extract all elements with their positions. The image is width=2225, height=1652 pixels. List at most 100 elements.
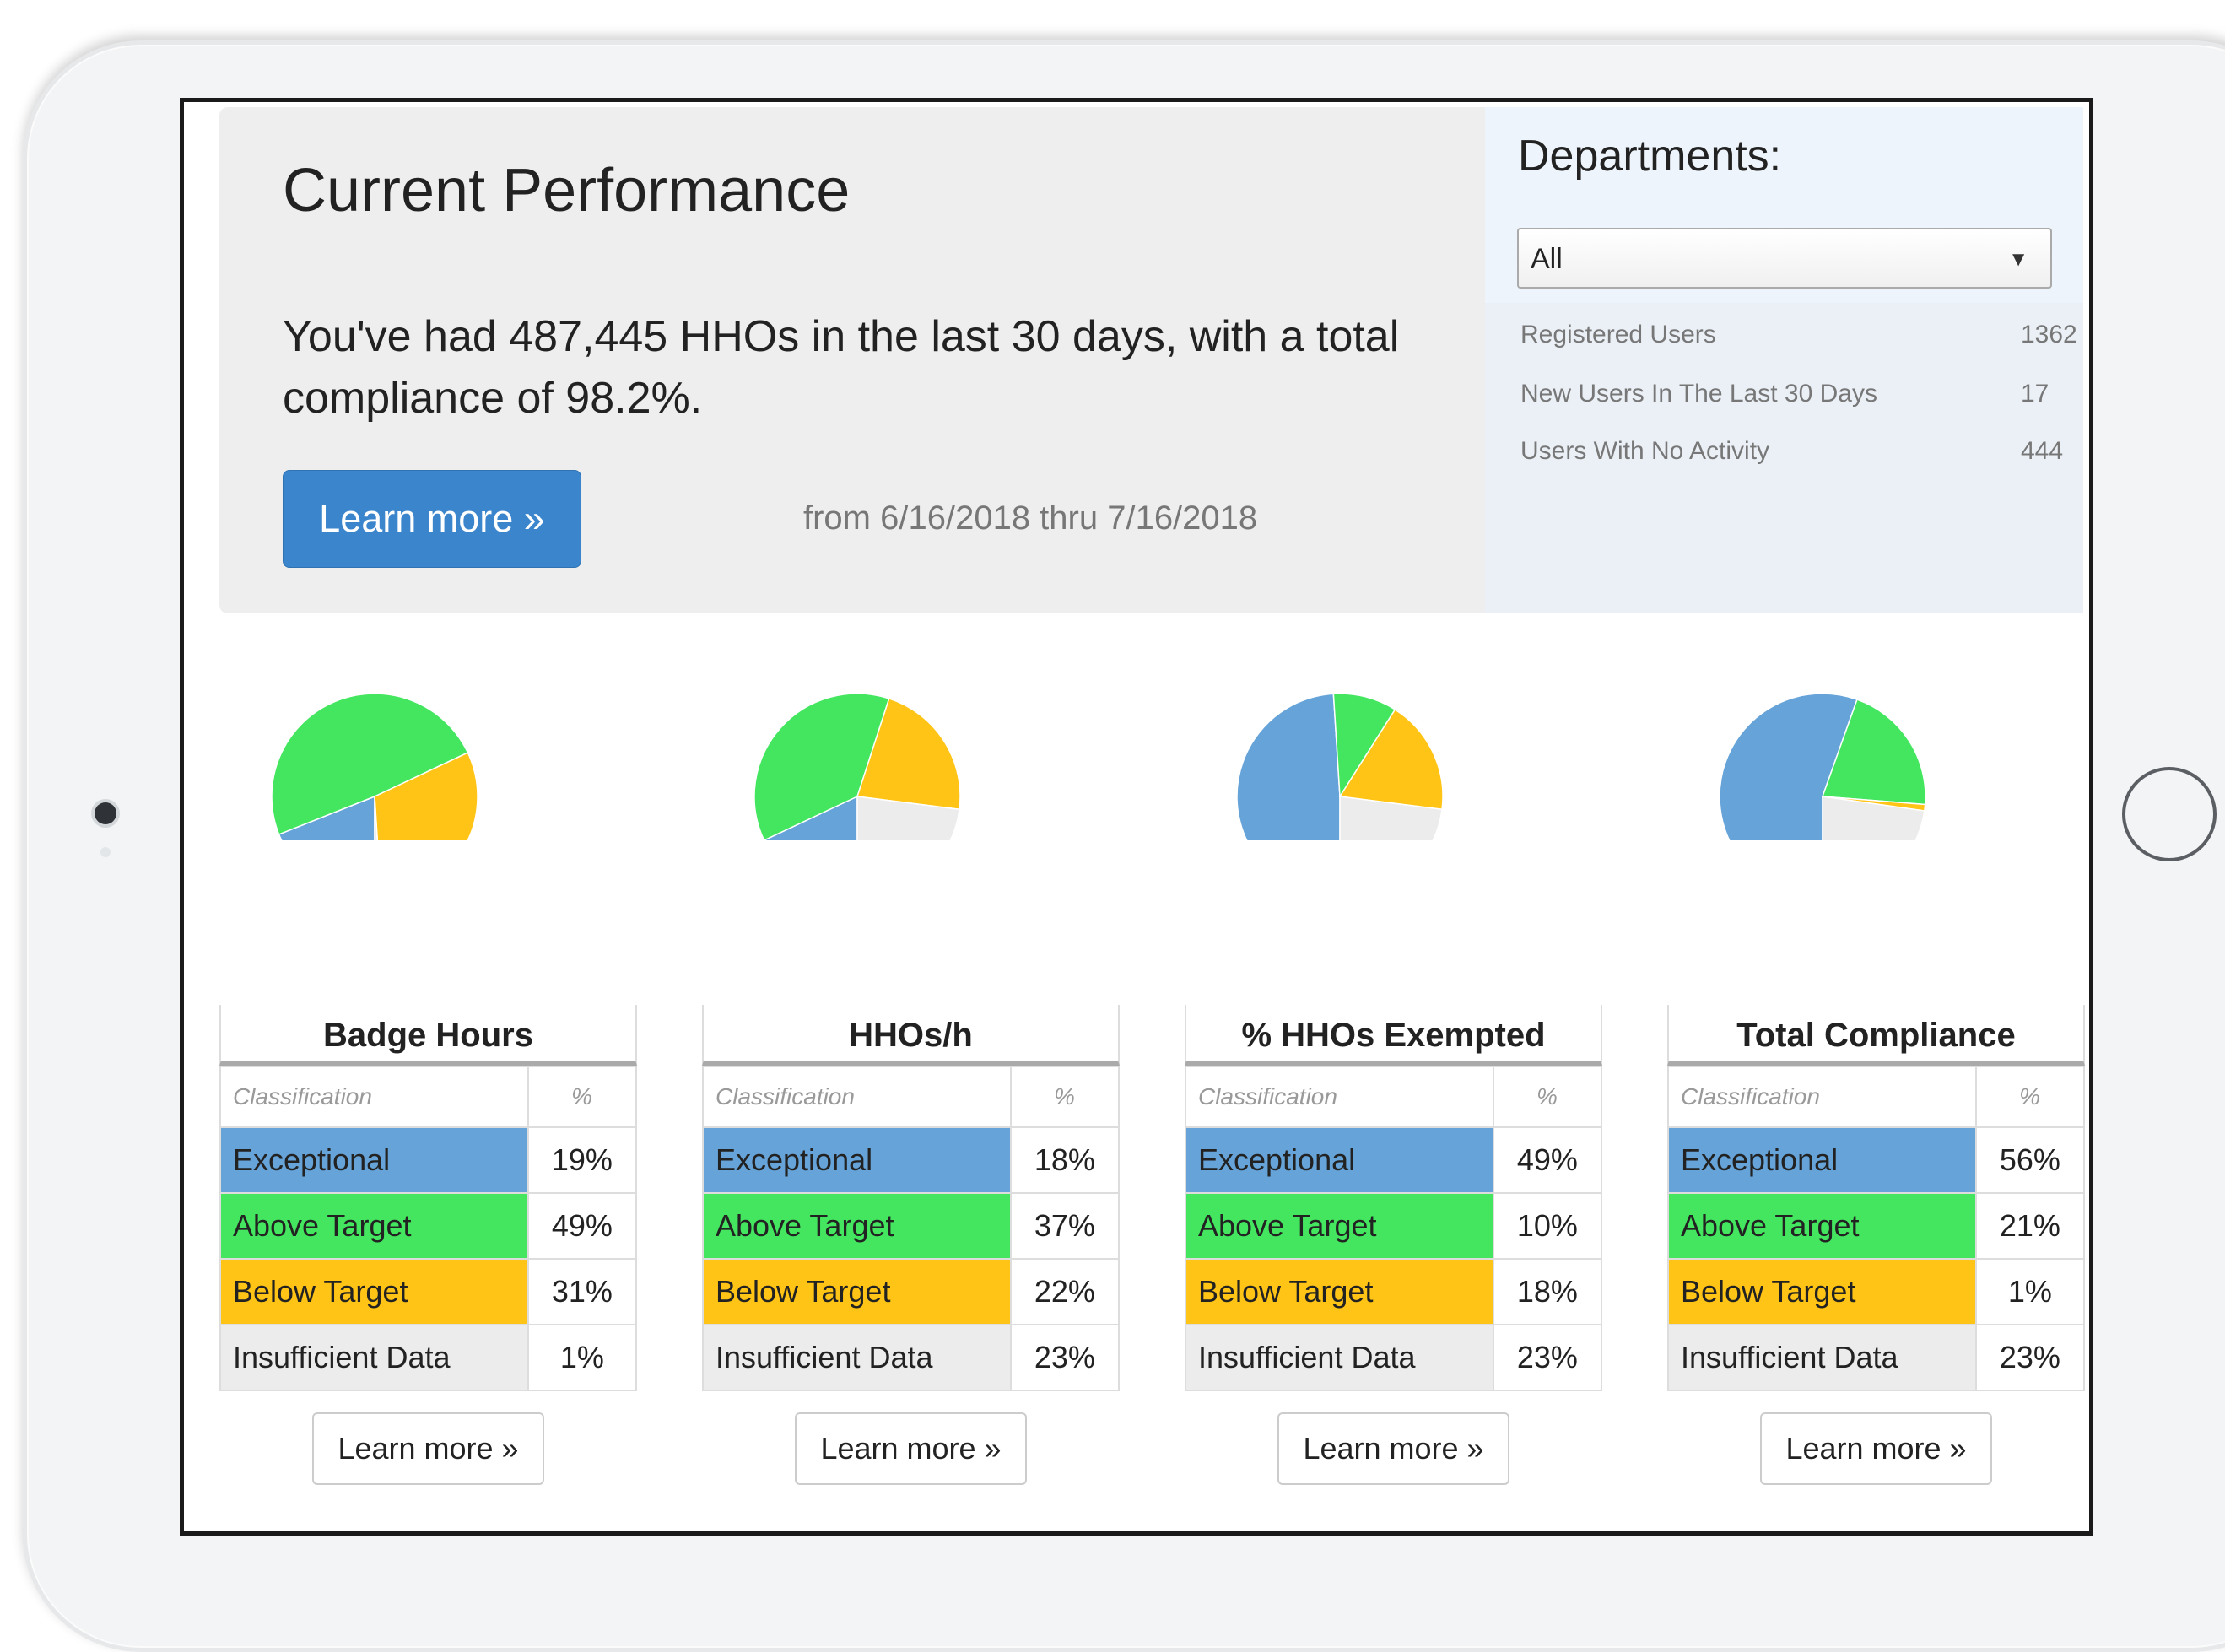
table-row: Insufficient Data 1% — [219, 1324, 638, 1391]
stat-value: 17 — [2021, 380, 2049, 408]
stat-new-users: New Users In The Last 30 Days 17 — [1520, 380, 2060, 408]
column-header-percent: % — [527, 1066, 638, 1128]
departments-panel: Departments: All ▼ Registered Users 1362… — [1485, 107, 2083, 613]
slice-insufficient-data — [1339, 796, 1443, 840]
departments-select-value: All — [1531, 243, 1563, 275]
caret-down-icon: ▼ — [2008, 248, 2028, 271]
table-row: Above Target 37% — [702, 1192, 1121, 1260]
column-header-classification: Classification — [1185, 1066, 1494, 1128]
stat-no-activity: Users With No Activity 444 — [1520, 437, 2064, 466]
row-pct: 19% — [527, 1126, 638, 1194]
learn-more-badge-hours-button[interactable]: Learn more » — [312, 1412, 544, 1485]
learn-more-hhos-per-hour-button[interactable]: Learn more » — [795, 1412, 1027, 1485]
card-badge-hours: Badge Hours Classification% Exceptional 1… — [219, 1005, 638, 1391]
table-row: Exceptional 49% — [1185, 1126, 1603, 1194]
date-range: from 6/16/2018 thru 7/16/2018 — [803, 499, 1258, 537]
column-header-classification: Classification — [702, 1066, 1012, 1128]
row-pct: 22% — [1009, 1258, 1121, 1325]
column-header-percent: % — [1009, 1066, 1121, 1128]
stat-label: Users With No Activity — [1520, 437, 1770, 465]
row-label: Below Target — [1667, 1258, 1977, 1325]
row-label: Above Target — [1667, 1192, 1977, 1260]
sensor-dot — [100, 847, 111, 857]
performance-banner: Current Performance You've had 487,445 H… — [219, 107, 2083, 613]
table-row: Above Target 21% — [1667, 1192, 2086, 1260]
page-title: Current Performance — [283, 157, 851, 224]
row-label: Exceptional — [1667, 1126, 1977, 1194]
column-header-percent: % — [1492, 1066, 1603, 1128]
pie-charts — [184, 693, 2089, 963]
row-label: Insufficient Data — [1667, 1324, 1977, 1391]
departments-select[interactable]: All ▼ — [1517, 228, 2052, 289]
pie-chart-hhos-exempted — [1236, 693, 1444, 840]
table-row: Insufficient Data 23% — [702, 1324, 1121, 1391]
column-header-classification: Classification — [219, 1066, 529, 1128]
table-row: Below Target 18% — [1185, 1258, 1603, 1325]
classification-table: Classification% Exceptional 56% Above Tar… — [1667, 1066, 2086, 1391]
row-label: Exceptional — [219, 1126, 529, 1194]
row-label: Above Target — [702, 1192, 1012, 1260]
table-row: Below Target 1% — [1667, 1258, 2086, 1325]
row-pct: 23% — [1009, 1324, 1121, 1391]
row-label: Below Target — [1185, 1258, 1494, 1325]
row-pct: 18% — [1009, 1126, 1121, 1194]
learn-more-hhos-exempted-button[interactable]: Learn more » — [1277, 1412, 1509, 1485]
departments-header: Departments: All ▼ — [1485, 107, 2083, 303]
row-label: Insufficient Data — [1185, 1324, 1494, 1391]
stat-registered-users: Registered Users 1362 — [1520, 321, 2077, 349]
stat-label: New Users In The Last 30 Days — [1520, 380, 1877, 408]
row-label: Insufficient Data — [702, 1324, 1012, 1391]
stat-value: 444 — [2021, 437, 2064, 465]
classification-table: Classification% Exceptional 18% Above Tar… — [702, 1066, 1121, 1391]
row-pct: 21% — [1974, 1192, 2086, 1260]
table-row: Insufficient Data 23% — [1185, 1324, 1603, 1391]
departments-title: Departments: — [1518, 132, 1782, 181]
classification-table: Classification% Exceptional 49% Above Tar… — [1185, 1066, 1603, 1391]
home-button[interactable] — [2122, 767, 2217, 861]
row-pct: 23% — [1492, 1324, 1603, 1391]
row-pct: 1% — [527, 1324, 638, 1391]
card-title: Total Compliance — [1667, 1005, 2085, 1066]
pie-chart-badge-hours — [271, 693, 478, 840]
slice-exceptional — [1236, 693, 1341, 840]
row-label: Above Target — [219, 1192, 529, 1260]
column-header-percent: % — [1974, 1066, 2086, 1128]
row-pct: 56% — [1974, 1126, 2086, 1194]
row-pct: 23% — [1974, 1324, 2086, 1391]
table-row: Below Target 22% — [702, 1258, 1121, 1325]
screen: Current Performance You've had 487,445 H… — [180, 98, 2093, 1536]
row-label: Below Target — [219, 1258, 529, 1325]
row-pct: 49% — [1492, 1126, 1603, 1194]
stat-value: 1362 — [2021, 321, 2077, 348]
slice-insufficient-data — [1822, 796, 1925, 840]
table-row: Above Target 49% — [219, 1192, 638, 1260]
row-label: Exceptional — [702, 1126, 1012, 1194]
row-pct: 31% — [527, 1258, 638, 1325]
table-row: Exceptional 18% — [702, 1126, 1121, 1194]
table-row: Below Target 31% — [219, 1258, 638, 1325]
card-total-compliance: Total Compliance Classification% Excepti… — [1667, 1005, 2086, 1391]
row-label: Exceptional — [1185, 1126, 1494, 1194]
learn-more-total-compliance-button[interactable]: Learn more » — [1760, 1412, 1992, 1485]
card-title: Badge Hours — [219, 1005, 637, 1066]
row-pct: 18% — [1492, 1258, 1603, 1325]
table-row: Exceptional 56% — [1667, 1126, 2086, 1194]
classification-table: Classification% Exceptional 19% Above Tar… — [219, 1066, 638, 1391]
row-label: Below Target — [702, 1258, 1012, 1325]
table-row: Above Target 10% — [1185, 1192, 1603, 1260]
row-label: Insufficient Data — [219, 1324, 529, 1391]
pie-chart-hhos-per-hour — [753, 693, 961, 840]
table-row: Exceptional 19% — [219, 1126, 638, 1194]
row-pct: 37% — [1009, 1192, 1121, 1260]
learn-more-primary-button[interactable]: Learn more » — [283, 470, 581, 568]
row-pct: 10% — [1492, 1192, 1603, 1260]
card-hhos-per-hour: HHOs/h Classification% Exceptional 18% Ab… — [702, 1005, 1121, 1391]
card-title: HHOs/h — [702, 1005, 1120, 1066]
column-header-classification: Classification — [1667, 1066, 1977, 1128]
slice-insufficient-data — [856, 796, 960, 840]
pie-chart-total-compliance — [1719, 693, 1926, 840]
camera-icon — [95, 802, 116, 824]
performance-summary: You've had 487,445 HHOs in the last 30 d… — [283, 312, 1400, 423]
row-label: Above Target — [1185, 1192, 1494, 1260]
card-title: % HHOs Exempted — [1185, 1005, 1602, 1066]
